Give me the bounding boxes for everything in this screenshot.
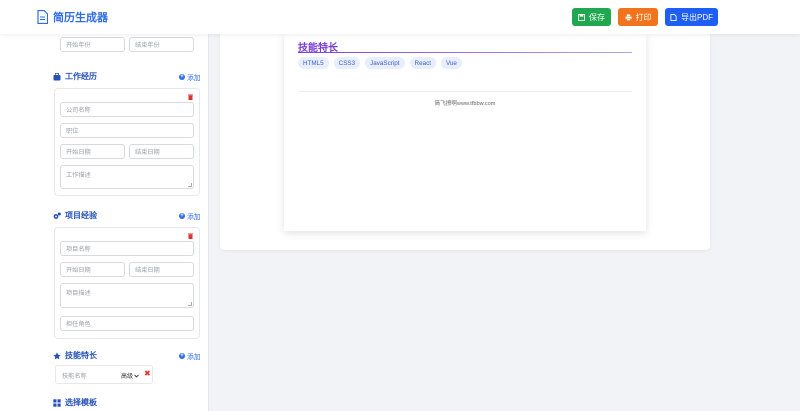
brand: 简历生成器 (37, 9, 108, 25)
printer-icon (624, 13, 632, 21)
education-start-year-placeholder: 开始年份 (66, 42, 91, 49)
project-section-title: 项目经验 (53, 210, 97, 221)
project-name-input[interactable]: 项目名称 (60, 241, 194, 256)
preview-panel: 技能特长 HTML5 CSS3 JavaScript React Vue 简飞撩… (220, 34, 710, 250)
work-end-date-input[interactable]: 结束日期 (129, 144, 194, 159)
star-icon (53, 351, 61, 359)
export-pdf-button-label: 导出PDF (681, 12, 713, 22)
plus-circle-icon: + (179, 74, 185, 80)
trash-icon[interactable] (188, 94, 193, 100)
heading-divider (298, 52, 632, 53)
export-pdf-button[interactable]: 导出PDF (665, 8, 718, 26)
position-input[interactable]: 职位 (60, 123, 194, 138)
skill-tag-list: HTML5 CSS3 JavaScript React Vue (298, 57, 462, 69)
add-project-label: 添加 (187, 214, 201, 221)
add-skill-button[interactable]: + 添加 (179, 351, 201, 361)
add-work-button[interactable]: + 添加 (179, 72, 201, 82)
project-section-label: 项目经验 (65, 211, 97, 220)
project-end-date-placeholder: 结束日期 (135, 267, 160, 274)
work-section-title: 工作经历 (53, 71, 97, 82)
plus-circle-icon: + (179, 353, 185, 359)
footer-divider (298, 91, 632, 92)
template-section-title: 选择模板 (53, 397, 97, 408)
chevron-down-icon (134, 373, 139, 378)
work-start-date-placeholder: 开始日期 (66, 149, 91, 156)
pdf-file-icon (670, 13, 677, 21)
plus-circle-icon: + (179, 213, 185, 219)
work-description-textarea[interactable]: 工作描述 (60, 165, 194, 189)
project-end-date-input[interactable]: 结束日期 (129, 262, 194, 277)
work-description-placeholder: 工作描述 (66, 172, 91, 179)
skill-entry-row: 技能名称 高级 ✖ (55, 365, 153, 384)
work-section-label: 工作经历 (65, 72, 97, 81)
skill-tag: HTML5 (298, 57, 329, 69)
briefcase-icon (53, 72, 61, 80)
add-work-label: 添加 (187, 75, 201, 82)
resize-grip-icon[interactable] (188, 302, 192, 306)
grid-icon (53, 398, 61, 407)
skills-section-title: 技能特长 (53, 350, 97, 361)
add-project-button[interactable]: + 添加 (179, 211, 201, 221)
skill-level-select[interactable]: 高级 (121, 371, 139, 380)
floppy-disk-icon (578, 13, 585, 21)
skill-tag: React (409, 57, 436, 69)
trash-icon[interactable] (188, 233, 193, 239)
print-button[interactable]: 打印 (618, 8, 658, 26)
skills-section-label: 技能特长 (65, 351, 97, 360)
company-name-placeholder: 公司名称 (66, 107, 91, 114)
skill-level-value: 高级 (121, 374, 134, 380)
template-section-label: 选择模板 (65, 398, 97, 407)
work-end-date-placeholder: 结束日期 (135, 149, 160, 156)
project-start-date-input[interactable]: 开始日期 (60, 262, 125, 277)
project-role-input[interactable]: 担任角色 (60, 316, 194, 331)
skill-tag: CSS3 (333, 57, 361, 69)
company-name-input[interactable]: 公司名称 (60, 102, 194, 117)
project-start-date-placeholder: 开始日期 (66, 267, 91, 274)
skill-tag: JavaScript (365, 57, 405, 69)
document-icon (37, 10, 48, 24)
education-end-year-input[interactable]: 结束年份 (129, 37, 194, 52)
gears-icon (53, 212, 61, 219)
project-name-placeholder: 项目名称 (66, 246, 91, 253)
education-end-year-placeholder: 结束年份 (135, 42, 160, 49)
save-button-label: 保存 (589, 12, 605, 22)
position-placeholder: 职位 (66, 128, 79, 135)
resume-footer: 简飞撩啊www.tfbbw.com (434, 101, 496, 107)
skill-tag: Vue (440, 57, 462, 69)
add-skill-label: 添加 (187, 354, 201, 361)
print-button-label: 打印 (635, 12, 652, 22)
delete-skill-icon[interactable]: ✖ (144, 369, 151, 378)
project-description-placeholder: 项目描述 (66, 290, 91, 297)
resize-grip-icon[interactable] (188, 183, 192, 187)
project-description-textarea[interactable]: 项目描述 (60, 283, 194, 308)
project-role-placeholder: 担任角色 (66, 321, 91, 328)
work-start-date-input[interactable]: 开始日期 (60, 144, 125, 159)
resume-paper: 技能特长 HTML5 CSS3 JavaScript React Vue 简飞撩… (284, 34, 646, 231)
app-title: 简历生成器 (53, 12, 108, 24)
skill-name-input[interactable]: 技能名称 (62, 371, 87, 380)
education-start-year-input[interactable]: 开始年份 (60, 37, 125, 52)
save-button[interactable]: 保存 (572, 8, 611, 26)
app-header: 简历生成器 保存 打印 导出PDF (0, 0, 800, 34)
editor-sidebar: 开始年份 结束年份 工作经历 + 添加 公司名称 职位 开始日期 结束日期 工作… (0, 34, 209, 411)
